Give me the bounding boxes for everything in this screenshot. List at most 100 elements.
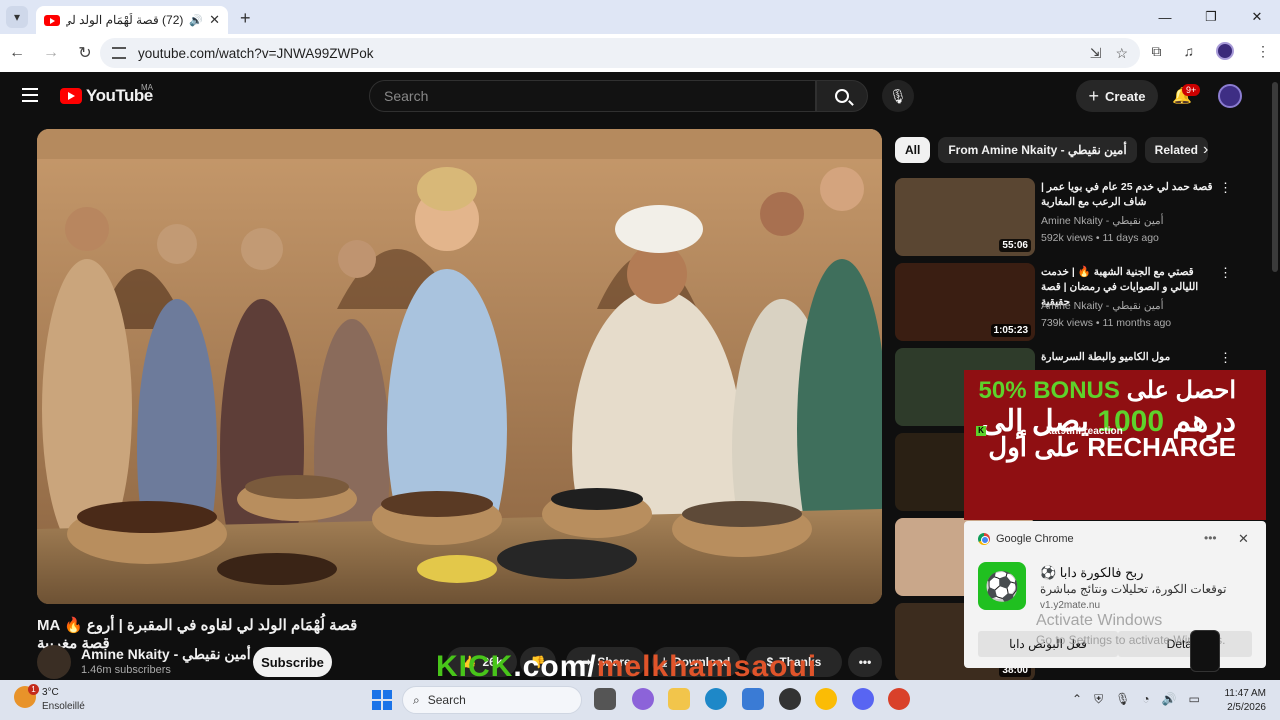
youtube-logo[interactable]: YouTube bbox=[60, 86, 153, 106]
edge-icon[interactable] bbox=[705, 688, 727, 710]
taskbar-search-label: Search bbox=[427, 693, 466, 707]
subscriber-count: 1.46m subscribers bbox=[81, 664, 171, 676]
create-button[interactable]: + Create bbox=[1076, 80, 1158, 112]
close-window-button[interactable]: ✕ bbox=[1234, 0, 1280, 34]
channel-name[interactable]: Amine Nkaity - أمين نقيطي bbox=[81, 646, 251, 663]
chevron-up-icon[interactable]: ⌃ bbox=[1072, 692, 1082, 707]
app-icon[interactable] bbox=[888, 688, 910, 710]
ad-line1: 50% BONUS احصل على bbox=[979, 376, 1236, 405]
recommendation-item[interactable]: 55:06 قصة حمد لي خدم 25 عام في بويا عمر |… bbox=[895, 178, 1265, 258]
recommendation-more-icon[interactable]: ⋮ bbox=[1219, 350, 1232, 366]
recommendation-more-icon[interactable]: ⋮ bbox=[1219, 265, 1232, 281]
watermark-part3: melkhamsaoui bbox=[596, 650, 818, 683]
notification-title: ربح فالكورة دابا ⚽ bbox=[1040, 565, 1144, 580]
watermark-part1: KICK bbox=[436, 650, 514, 683]
chip-all[interactable]: All bbox=[895, 137, 931, 163]
notification-header: Google Chrome bbox=[978, 533, 1074, 545]
notification-more-icon[interactable]: ••• bbox=[1204, 531, 1217, 545]
search-button[interactable] bbox=[816, 80, 868, 112]
omnibox[interactable]: youtube.com/watch?v=JNWA99ZWPok ⇲ ☆ bbox=[100, 38, 1140, 68]
system-tray: ⌃ ⛨ 🎙 ◔ 🔊 ▭ bbox=[1072, 692, 1200, 707]
browser-menu-icon[interactable]: ⋮ bbox=[1256, 43, 1270, 60]
chevron-right-icon[interactable]: › bbox=[1203, 141, 1208, 159]
install-app-icon[interactable]: ⇲ bbox=[1090, 45, 1102, 62]
chrome-taskbar-icon[interactable] bbox=[815, 688, 837, 710]
stream-watermark: KICK.com/melkhamsaoui bbox=[436, 650, 817, 684]
clock-date: 2/5/2026 bbox=[1227, 702, 1266, 713]
speaker-icon[interactable]: 🔊 bbox=[189, 14, 203, 27]
subscribe-button[interactable]: Subscribe bbox=[253, 647, 332, 677]
profile-avatar[interactable] bbox=[1216, 42, 1234, 60]
search-icon bbox=[835, 89, 849, 103]
scrollbar-thumb[interactable] bbox=[1272, 82, 1278, 272]
start-button[interactable] bbox=[372, 690, 392, 710]
tab-close-icon[interactable]: ✕ bbox=[209, 12, 220, 28]
task-view-icon[interactable] bbox=[594, 688, 616, 710]
browser-tab-active[interactable]: (72) قصة لُهْمَام الولد لي لقاوه 🔊 ✕ bbox=[36, 6, 228, 34]
search-input[interactable]: Search bbox=[369, 80, 816, 112]
forward-icon[interactable]: → bbox=[34, 44, 68, 62]
minimize-button[interactable]: — bbox=[1142, 0, 1188, 34]
taskbar-search[interactable]: ⌕ Search bbox=[402, 686, 582, 714]
discord-icon[interactable] bbox=[852, 688, 874, 710]
clock[interactable]: 11:47 AM 2/5/2026 bbox=[1222, 687, 1266, 715]
channel-avatar[interactable] bbox=[37, 645, 71, 679]
ad-banner[interactable]: 50% BONUS احصل على درهم 1000 يصل إلى على… bbox=[964, 370, 1266, 520]
scrollbar[interactable] bbox=[1270, 72, 1280, 680]
recommendation-thumbnail[interactable]: 55:06 bbox=[895, 178, 1035, 256]
site-info-icon[interactable] bbox=[112, 47, 126, 59]
window-controls: — ❐ ✕ bbox=[1142, 0, 1280, 34]
recommendation-thumbnail[interactable]: 1:05:23 bbox=[895, 263, 1035, 341]
ad-bonus: 50% BONUS bbox=[978, 377, 1120, 404]
more-icon: ••• bbox=[858, 655, 872, 669]
youtube-favicon-icon bbox=[44, 14, 60, 26]
video-player[interactable] bbox=[37, 129, 882, 604]
recommendation-channel[interactable]: Amine Nkaity - أمين نقيطي bbox=[1041, 300, 1164, 312]
recommendation-duration: 1:05:23 bbox=[990, 324, 1031, 337]
recommendation-more-icon[interactable]: ⋮ bbox=[1219, 180, 1232, 196]
store-icon[interactable] bbox=[742, 688, 764, 710]
ad-line1-prefix: احصل على bbox=[1126, 377, 1236, 404]
security-icon[interactable]: ⛨ bbox=[1094, 692, 1103, 707]
notification-close-icon[interactable]: ✕ bbox=[1238, 531, 1249, 547]
microphone-icon[interactable]: 🎙 bbox=[1115, 692, 1130, 707]
voice-search-icon[interactable]: 🎙 bbox=[882, 80, 914, 112]
recommendation-title[interactable]: قصة حمد لي خدم 25 عام في بويا عمر | شاف … bbox=[1041, 180, 1213, 210]
youtube-play-icon bbox=[60, 88, 82, 104]
copilot-icon[interactable] bbox=[632, 688, 654, 710]
battery-icon[interactable]: ▭ bbox=[1189, 692, 1200, 707]
bookmark-star-icon[interactable]: ☆ bbox=[1115, 45, 1128, 62]
recommendation-views: 592k views • 11 days ago bbox=[1041, 232, 1159, 244]
recommendation-channel[interactable]: Amine Nkaity - أمين نقيطي bbox=[1041, 215, 1164, 227]
maximize-button[interactable]: ❐ bbox=[1188, 0, 1234, 34]
chip-from-channel[interactable]: From Amine Nkaity - أمين نقيطي bbox=[938, 137, 1137, 163]
chip-related[interactable]: Related bbox=[1144, 137, 1209, 163]
kick-logo-icon: K bbox=[976, 426, 986, 436]
wifi-icon[interactable]: ◔ bbox=[1142, 692, 1149, 707]
url-text: youtube.com/watch?v=JNWA99ZWPok bbox=[138, 45, 374, 61]
new-tab-button[interactable]: + bbox=[240, 8, 251, 29]
weather-badge: 1 bbox=[28, 684, 39, 695]
notification-app: Google Chrome bbox=[996, 533, 1074, 545]
menu-icon[interactable] bbox=[22, 88, 38, 102]
activate-windows-title: Activate Windows bbox=[1036, 612, 1163, 629]
extensions-icon[interactable]: ⧉ bbox=[1152, 43, 1162, 60]
tab-search-dropdown-icon[interactable]: ▾ bbox=[6, 6, 28, 28]
volume-icon[interactable]: 🔊 bbox=[1162, 692, 1177, 707]
more-actions-button[interactable]: ••• bbox=[848, 647, 882, 677]
reload-icon[interactable]: ↻ bbox=[68, 43, 102, 63]
recommendation-title[interactable]: مول الكاميو والبطة السرسارة bbox=[1041, 350, 1213, 365]
file-explorer-icon[interactable] bbox=[668, 688, 690, 710]
recommendation-item[interactable]: 1:05:23 قصتي مع الجنية الشهبة 🔥 | خدمت ال… bbox=[895, 263, 1265, 343]
tab-title: (72) قصة لُهْمَام الولد لي لقاوه bbox=[66, 13, 184, 27]
notifications-badge: 9+ bbox=[1182, 84, 1201, 96]
ad-channel: kat9tini reaction bbox=[1046, 426, 1123, 437]
video-frame-image bbox=[37, 129, 882, 604]
chrome-icon bbox=[978, 533, 990, 545]
back-icon[interactable]: ← bbox=[0, 44, 34, 62]
media-controls-icon[interactable]: ♫ bbox=[1184, 43, 1195, 59]
football-app-icon: ⚽ bbox=[978, 562, 1026, 610]
account-avatar[interactable] bbox=[1218, 84, 1242, 108]
obs-icon[interactable] bbox=[779, 688, 801, 710]
weather-temp: 3°C bbox=[42, 687, 59, 698]
